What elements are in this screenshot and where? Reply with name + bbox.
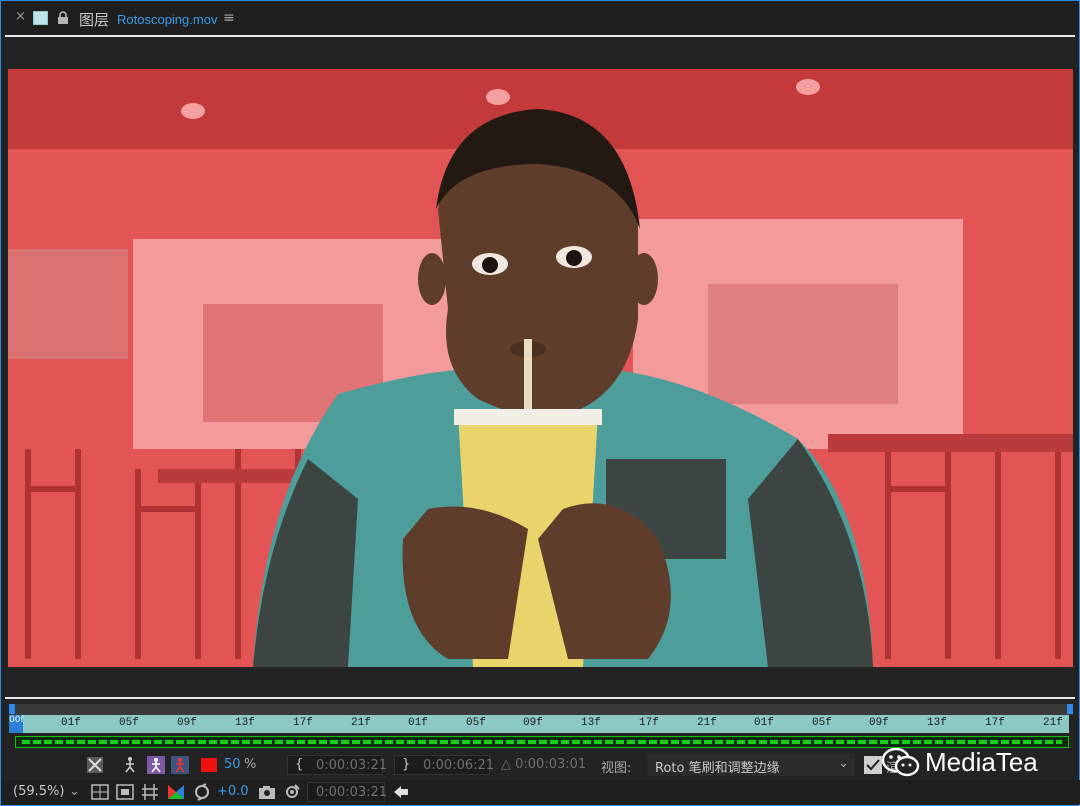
video-frame [8,69,1073,667]
overlay-color-swatch[interactable] [201,758,217,772]
current-time-field[interactable]: 0:00:03:21 [307,782,387,802]
out-point-field[interactable]: } 0:00:06:21 [394,755,494,775]
layer-viewer[interactable] [8,69,1073,667]
ruler-tick: 13f [235,717,255,729]
exposure-value[interactable]: +0.0 [217,784,249,799]
ruler-tick: 05f [119,717,139,729]
ruler-tick: 01f [754,717,774,729]
work-area-end-handle[interactable] [1067,704,1073,714]
ruler-tick: 17f [639,717,659,729]
person-icon[interactable] [121,756,139,774]
propagation-dashes [22,740,1062,744]
toggle-transparency-icon[interactable] [86,756,104,774]
watermark: MediaTea [881,745,1038,779]
layer-file-name[interactable]: Rotoscoping.mov [117,12,217,27]
header-divider [5,35,1075,37]
ruler-tick: 01f [61,717,81,729]
viewer-bottom-bar: (59.5%) ⌄ +0.0 0:00:03:21 [1,780,1080,804]
close-icon[interactable]: × [15,9,26,24]
ruler-tick: 13f [927,717,947,729]
ruler-tick: 17f [293,717,313,729]
region-of-interest-icon[interactable] [116,783,134,801]
chevron-down-icon[interactable]: ⌄ [69,784,80,799]
ruler-tick: 13f [581,717,601,729]
work-area-bar[interactable] [9,704,1073,715]
ruler-tick: 21f [1043,717,1063,729]
layer-panel: × 图层 Rotoscoping.mov ≡ 00f 01f 05f 09f 1… [0,0,1080,806]
view-label: 视图: [601,761,632,776]
ruler-tick: 09f [523,717,543,729]
channels-icon[interactable] [167,783,185,801]
overlay-opacity-value[interactable]: 50 [224,757,241,772]
go-to-time-icon[interactable] [392,783,410,801]
reset-exposure-icon[interactable] [193,783,211,801]
ruler-tick: 09f [869,717,889,729]
overlay-opacity-unit: % [244,757,257,772]
lock-icon[interactable] [56,11,70,25]
ruler-tick: 21f [351,717,371,729]
layer-color-icon[interactable] [33,11,48,25]
red-person-icon[interactable] [171,756,189,774]
ruler-tick: 21f [697,717,717,729]
resolution-icon[interactable] [91,783,109,801]
work-area-start-handle[interactable] [9,704,15,714]
foreground-person-icon[interactable] [147,756,165,774]
camera-icon[interactable] [258,783,276,801]
panel-title: 图层 [79,11,110,29]
panel-header: × 图层 Rotoscoping.mov ≡ [1,1,1079,37]
ruler-tick: 09f [177,717,197,729]
zoom-select[interactable]: (59.5%) [13,784,64,799]
viewer-divider [5,697,1075,699]
panel-menu-icon[interactable]: ≡ [223,10,235,26]
playhead[interactable]: 00f [9,715,24,733]
render-checkbox[interactable] [864,756,882,774]
chevron-down-icon: ⌄ [838,756,849,771]
time-ruler[interactable]: 00f 01f 05f 09f 13f 17f 21f 01f 05f 09f … [9,715,1069,733]
ruler-tick: 05f [466,717,486,729]
ruler-tick: 17f [985,717,1005,729]
grid-guides-icon[interactable] [141,783,159,801]
ruler-tick: 05f [812,717,832,729]
ruler-tick: 01f [408,717,428,729]
wechat-icon [881,747,920,777]
watermark-text: MediaTea [925,747,1038,777]
in-point-field[interactable]: { 0:00:03:21 [287,755,387,775]
view-select[interactable]: Roto 笔刷和调整边缘 ⌄ [647,754,855,776]
duration-value: △ 0:00:03:01 [501,757,587,772]
show-snapshot-icon[interactable] [283,783,301,801]
